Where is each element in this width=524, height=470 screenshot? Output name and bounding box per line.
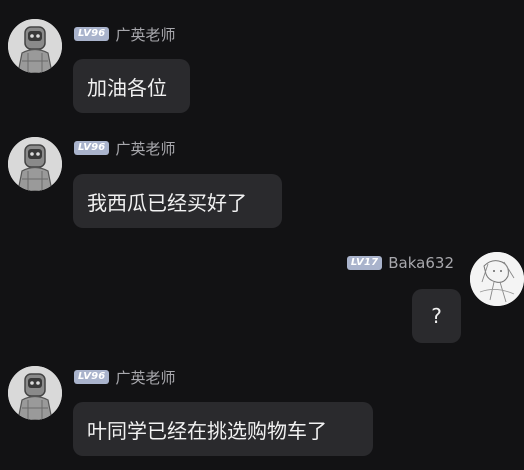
robot-astronaut-icon [8,366,62,420]
sender-avatar[interactable] [8,19,62,73]
level-badge: LV17 [346,256,383,270]
message-bubble[interactable]: 加油各位 [73,59,190,113]
sender-name[interactable]: 广英老师 [115,367,175,388]
sender-avatar[interactable] [8,137,62,191]
sketch-character-icon [470,252,524,306]
sender-meta: LV17 Baka632 [346,253,454,273]
sender-avatar[interactable] [8,366,62,420]
sender-name[interactable]: 广英老师 [115,138,175,159]
robot-astronaut-icon [8,19,62,73]
sender-name[interactable]: Baka632 [388,254,454,272]
sender-meta: LV96 广英老师 [74,138,175,158]
level-badge: LV96 [74,141,110,155]
level-badge: LV96 [74,27,110,41]
level-badge: LV96 [74,370,110,384]
message-bubble[interactable]: 我西瓜已经买好了 [73,174,282,228]
sender-meta: LV96 广英老师 [74,367,175,387]
chat-area: LV96 广英老师 加油各位 LV96 广英老师 我西瓜已经买好了 LV17 B… [0,0,524,470]
sender-meta: LV96 广英老师 [74,24,175,44]
robot-astronaut-icon [8,137,62,191]
self-avatar[interactable] [470,252,524,306]
sender-name[interactable]: 广英老师 [115,24,175,45]
message-bubble[interactable]: ? [412,289,461,343]
message-bubble[interactable]: 叶同学已经在挑选购物车了 [73,402,373,456]
